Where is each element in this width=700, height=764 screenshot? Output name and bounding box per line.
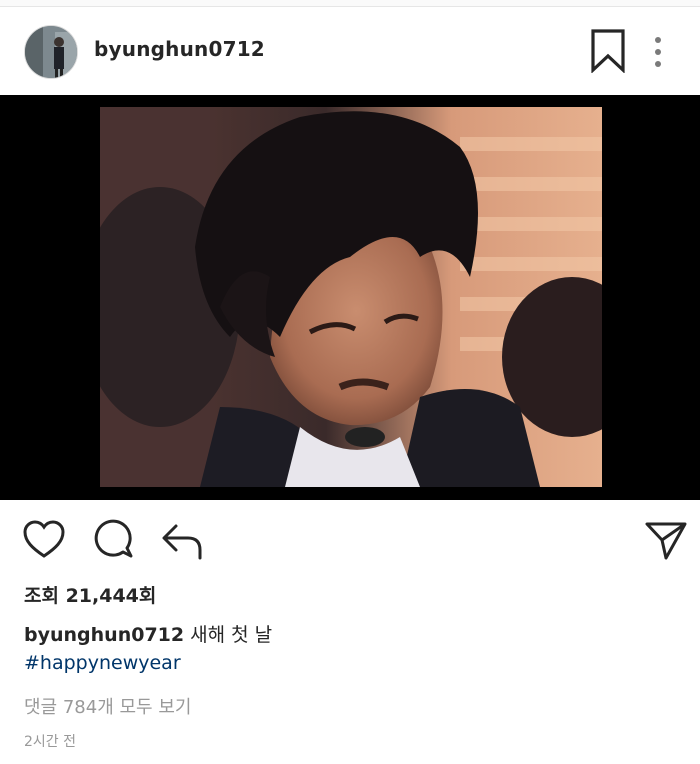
post-header: byunghun0712 xyxy=(0,7,700,95)
paper-plane-icon[interactable] xyxy=(644,518,688,562)
caption: byunghun0712 새해 첫 날 xyxy=(24,620,272,647)
caption-username[interactable]: byunghun0712 xyxy=(24,624,184,646)
more-vertical-icon[interactable] xyxy=(648,33,668,73)
avatar[interactable] xyxy=(24,25,78,79)
hashtag-link[interactable]: #happynewyear xyxy=(24,652,181,674)
view-count: 조회 21,444회 xyxy=(24,585,157,607)
heart-icon[interactable] xyxy=(22,518,66,562)
post-timestamp: 2시간 전 xyxy=(24,734,76,750)
caption-text: 새해 첫 날 xyxy=(190,624,273,646)
bookmark-icon[interactable] xyxy=(590,29,626,74)
video-frame xyxy=(100,107,602,487)
reply-arrow-icon[interactable] xyxy=(160,518,204,562)
post-username[interactable]: byunghun0712 xyxy=(94,37,265,61)
post-video[interactable] xyxy=(0,95,700,500)
top-divider xyxy=(0,0,700,7)
comment-bubble-icon[interactable] xyxy=(92,518,136,562)
view-all-comments-link[interactable]: 댓글 784개 모두 보기 xyxy=(24,693,191,719)
post-actions xyxy=(0,508,700,572)
